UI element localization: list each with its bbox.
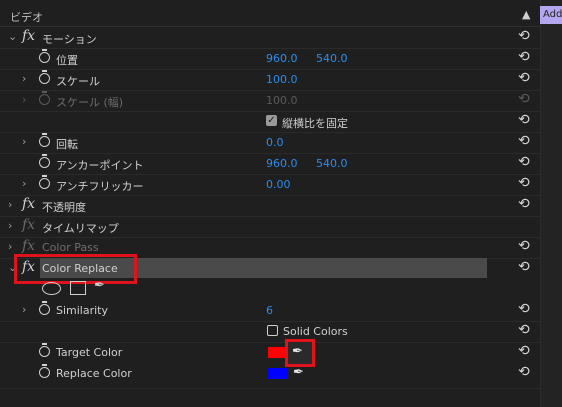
scale-width-row: › スケール (幅) 100.0 ⟲: [0, 90, 540, 112]
rotation-label: 回転: [56, 138, 78, 151]
chevron-right-icon: ›: [22, 93, 27, 106]
opacity-effect-row[interactable]: › fx 不透明度 ⟲: [0, 195, 540, 217]
stopwatch-icon[interactable]: [39, 154, 50, 168]
anti-flicker-label: アンチフリッカー: [56, 180, 144, 193]
timeline-strip: [540, 0, 562, 407]
target-color-label: Target Color: [56, 346, 123, 359]
similarity-row: › Similarity 6 ⟲: [0, 300, 540, 322]
fx-icon[interactable]: fx: [22, 28, 35, 44]
effect-controls-panel: ビデオ ▲ ⌄ fx モーション ⟲ 位置 960.0 540.0 ⟲ › スケ…: [0, 0, 540, 407]
reset-icon[interactable]: ⟲: [518, 70, 530, 86]
reset-icon[interactable]: ⟲: [518, 238, 530, 254]
triangle-up-icon[interactable]: ▲: [522, 8, 530, 21]
solid-colors-row: Solid Colors ⟲: [0, 321, 540, 343]
time-remap-label: タイムリマップ: [42, 222, 119, 235]
replace-color-label: Replace Color: [56, 367, 132, 380]
scale-width-label: スケール (幅): [56, 96, 124, 109]
stopwatch-icon[interactable]: [39, 301, 50, 315]
fx-icon[interactable]: fx: [22, 196, 35, 212]
motion-effect-row[interactable]: ⌄ fx モーション ⟲: [0, 27, 540, 49]
reset-icon[interactable]: ⟲: [518, 343, 530, 359]
anti-flicker-row: › アンチフリッカー 0.00 ⟲: [0, 174, 540, 196]
uniform-scale-row: ✓ 縦横比を固定 ⟲: [0, 111, 540, 133]
eyedropper-icon[interactable]: ✒: [292, 344, 303, 359]
chevron-down-icon[interactable]: ⌄: [8, 30, 17, 43]
highlight-box: [14, 254, 137, 284]
video-section-title: ビデオ: [10, 11, 43, 24]
reset-icon[interactable]: ⟲: [518, 154, 530, 170]
replace-color-row: Replace Color ✒ ⟲: [0, 363, 540, 384]
chevron-right-icon[interactable]: ›: [22, 72, 26, 85]
solid-colors-label: Solid Colors: [283, 325, 348, 338]
pen-mask-icon[interactable]: ✒: [94, 278, 105, 293]
scale-row: › スケール 100.0 ⟲: [0, 69, 540, 91]
position-y-value[interactable]: 540.0: [316, 52, 348, 65]
motion-label: モーション: [42, 33, 97, 46]
panel-divider: [0, 388, 540, 389]
chevron-right-icon[interactable]: ›: [8, 240, 12, 253]
reset-icon[interactable]: ⟲: [518, 196, 530, 212]
anchor-y-value[interactable]: 540.0: [316, 157, 348, 170]
stopwatch-icon[interactable]: [39, 70, 50, 84]
ellipse-mask-icon[interactable]: [42, 282, 61, 295]
stopwatch-icon[interactable]: [39, 49, 50, 63]
scale-value[interactable]: 100.0: [266, 73, 298, 86]
similarity-value[interactable]: 6: [266, 304, 273, 317]
reset-icon[interactable]: ⟲: [518, 28, 530, 44]
stopwatch-icon[interactable]: [39, 133, 50, 147]
position-label: 位置: [56, 54, 78, 67]
fx-icon: fx: [22, 217, 36, 233]
anti-flicker-value[interactable]: 0.00: [266, 178, 291, 191]
clip-badge[interactable]: Add: [540, 6, 562, 24]
uniform-scale-label: 縦横比を固定: [282, 117, 348, 130]
reset-icon[interactable]: ⟲: [518, 49, 530, 65]
stopwatch-icon[interactable]: [39, 175, 50, 189]
chevron-right-icon[interactable]: ›: [22, 177, 26, 190]
chevron-right-icon[interactable]: ›: [8, 219, 12, 232]
chevron-right-icon[interactable]: ›: [22, 303, 26, 316]
stopwatch-icon: [39, 91, 50, 105]
anchor-point-row: アンカーポイント 960.0 540.0 ⟲: [0, 153, 540, 175]
chevron-right-icon[interactable]: ›: [22, 135, 26, 148]
reset-icon[interactable]: ⟲: [518, 322, 530, 338]
reset-icon[interactable]: ⟲: [518, 112, 530, 128]
replace-color-swatch[interactable]: [268, 368, 288, 379]
chevron-right-icon[interactable]: ›: [8, 198, 12, 211]
eyedropper-icon[interactable]: ✒: [293, 365, 304, 380]
time-remap-effect-row[interactable]: › fx タイムリマップ: [0, 216, 540, 238]
reset-icon[interactable]: ⟲: [518, 364, 530, 380]
position-row: 位置 960.0 540.0 ⟲: [0, 48, 540, 70]
reset-icon[interactable]: ⟲: [518, 133, 530, 149]
target-color-swatch[interactable]: [268, 347, 286, 358]
rotation-row: › 回転 0.0 ⟲: [0, 132, 540, 154]
anchor-point-label: アンカーポイント: [56, 159, 144, 172]
target-color-row: Target Color ⟲: [0, 342, 540, 363]
scale-width-value: 100.0: [266, 94, 298, 107]
reset-icon[interactable]: ⟲: [518, 259, 530, 275]
video-section-header[interactable]: ビデオ ▲: [0, 6, 540, 27]
reset-icon: ⟲: [518, 91, 530, 107]
uniform-scale-checkbox[interactable]: ✓: [266, 115, 277, 126]
stopwatch-icon[interactable]: [39, 343, 50, 357]
solid-colors-checkbox[interactable]: [267, 325, 278, 336]
reset-icon[interactable]: ⟲: [518, 175, 530, 191]
scale-label: スケール: [56, 75, 100, 88]
similarity-label: Similarity: [56, 304, 109, 317]
anchor-x-value[interactable]: 960.0: [266, 157, 298, 170]
rectangle-mask-icon[interactable]: [70, 281, 86, 295]
rotation-value[interactable]: 0.0: [266, 136, 284, 149]
reset-icon[interactable]: ⟲: [518, 301, 530, 317]
color-pass-label: Color Pass: [42, 241, 99, 254]
fx-icon[interactable]: fx: [22, 238, 35, 254]
opacity-label: 不透明度: [42, 201, 86, 214]
stopwatch-icon[interactable]: [39, 364, 50, 378]
position-x-value[interactable]: 960.0: [266, 52, 298, 65]
